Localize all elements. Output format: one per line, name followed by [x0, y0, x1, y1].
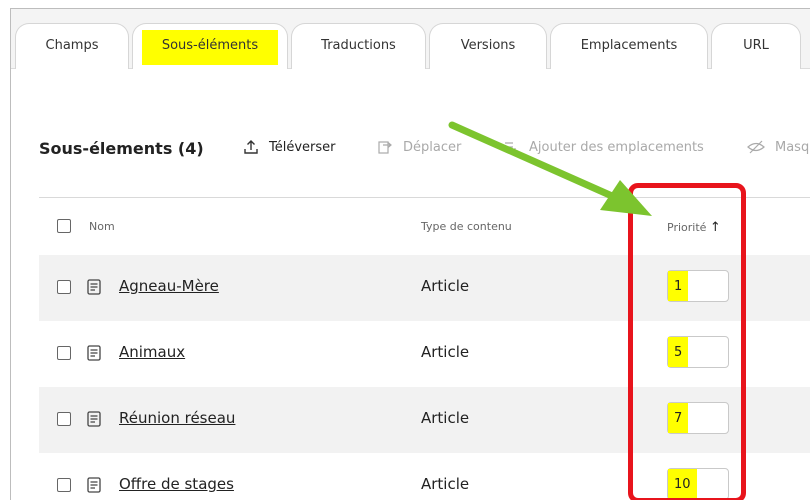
column-header-content-type: Type de contenu — [421, 220, 512, 233]
item-name-link[interactable]: Réunion réseau — [119, 409, 235, 427]
priority-label: Priorité — [667, 221, 707, 234]
add-location-icon — [503, 139, 519, 155]
document-icon — [87, 345, 101, 365]
table-row: Animaux Article 5 — [39, 321, 810, 387]
table-row: Offre de stages Article 10 — [39, 453, 810, 500]
hide-button[interactable]: Masq — [747, 139, 809, 155]
item-name-link[interactable]: Offre de stages — [119, 475, 234, 493]
tab-champs[interactable]: Champs — [15, 23, 129, 69]
move-icon — [377, 139, 393, 155]
window-frame: Champs Sous-éléments Traductions Version… — [10, 8, 810, 500]
priority-value: 1 — [668, 271, 689, 301]
table-row: Agneau-Mère Article 1 — [39, 255, 810, 321]
priority-value: 5 — [668, 337, 689, 367]
tab-versions[interactable]: Versions — [429, 23, 547, 69]
tab-bar: Champs Sous-éléments Traductions Version… — [11, 9, 810, 69]
tab-label: Versions — [460, 38, 516, 53]
tab-traductions[interactable]: Traductions — [291, 23, 426, 69]
priority-input[interactable]: 1 — [667, 270, 729, 302]
eye-off-icon — [747, 139, 765, 155]
document-icon — [87, 477, 101, 497]
document-icon — [87, 411, 101, 431]
content-type: Article — [421, 409, 470, 427]
select-all-checkbox[interactable] — [57, 219, 71, 233]
tab-url[interactable]: URL — [711, 23, 801, 69]
document-icon — [87, 279, 101, 299]
upload-label: Téléverser — [269, 139, 336, 155]
row-checkbox[interactable] — [57, 478, 71, 492]
tab-sous-elements[interactable]: Sous-éléments — [132, 23, 288, 69]
table-row: Réunion réseau Article 7 — [39, 387, 810, 453]
upload-icon — [243, 139, 259, 155]
priority-value: 10 — [668, 469, 697, 499]
item-name-link[interactable]: Animaux — [119, 343, 185, 361]
item-name-link[interactable]: Agneau-Mère — [119, 277, 219, 295]
priority-input[interactable]: 7 — [667, 402, 729, 434]
tab-label: Champs — [45, 38, 99, 53]
add-locations-button[interactable]: Ajouter des emplacements — [503, 139, 704, 155]
column-header-name: Nom — [89, 220, 115, 233]
add-locations-label: Ajouter des emplacements — [529, 139, 704, 155]
tab-label: Emplacements — [580, 38, 678, 53]
content-type: Article — [421, 277, 470, 295]
priority-value: 7 — [668, 403, 689, 433]
priority-input[interactable]: 5 — [667, 336, 729, 368]
tab-label: Sous-éléments — [141, 30, 279, 65]
move-button[interactable]: Déplacer — [377, 139, 461, 155]
page-title: Sous-élements (4) — [39, 139, 204, 158]
tab-label: URL — [743, 38, 769, 53]
move-label: Déplacer — [403, 139, 462, 155]
header-divider — [39, 197, 810, 198]
content-type: Article — [421, 475, 470, 493]
row-checkbox[interactable] — [57, 280, 71, 294]
content-type: Article — [421, 343, 470, 361]
tab-emplacements[interactable]: Emplacements — [550, 23, 708, 69]
priority-input[interactable]: 10 — [667, 468, 729, 500]
column-header-priority[interactable]: Priorité ↑ — [667, 220, 721, 235]
row-checkbox[interactable] — [57, 346, 71, 360]
row-checkbox[interactable] — [57, 412, 71, 426]
sort-ascending-icon: ↑ — [709, 220, 721, 235]
hide-label: Masq — [775, 139, 810, 155]
tab-label: Traductions — [321, 38, 396, 53]
upload-button[interactable]: Téléverser — [243, 139, 336, 155]
